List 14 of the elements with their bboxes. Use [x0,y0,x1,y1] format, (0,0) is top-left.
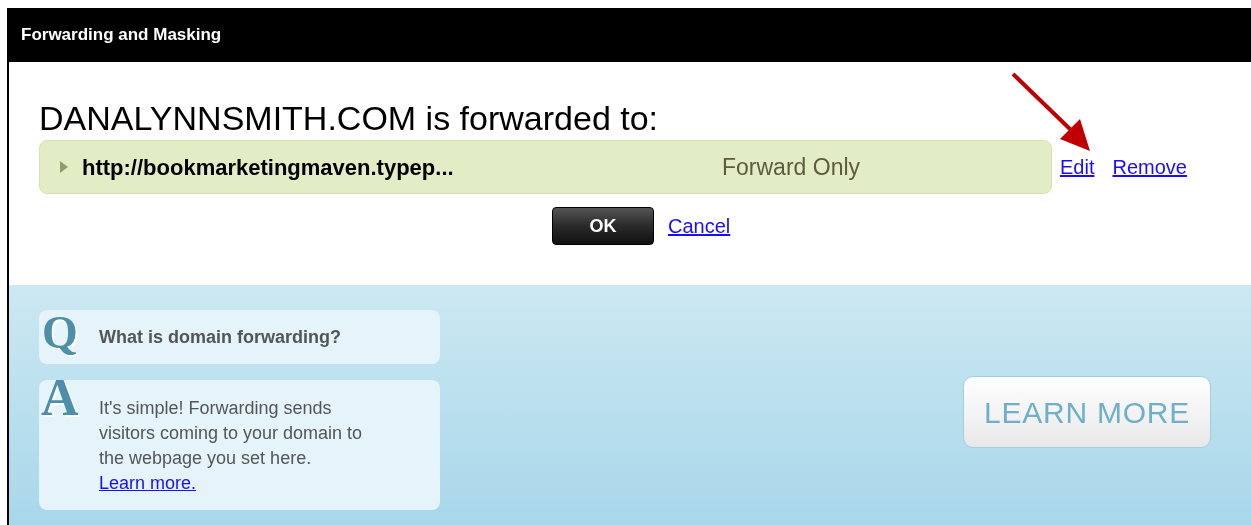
cancel-link[interactable]: Cancel [668,211,731,241]
expand-toggle[interactable] [60,160,70,174]
question-text: What is domain forwarding? [99,325,341,349]
window-title: Forwarding and Masking [21,24,222,47]
learn-more-link[interactable]: Learn more. [99,473,197,493]
answer-text: It's simple! Forwarding sends visitors coming to your domain to the webpage you set here. [99,397,364,470]
row-link[interactable]: Edit [1060,152,1095,182]
row-link[interactable]: Remove [1112,152,1187,182]
q-letter: Q [42,310,78,356]
ok-button[interactable]: OK [552,207,654,245]
a-letter: A [41,372,79,424]
forward-type: Forward Only [722,152,861,182]
heading: DANALYNNSMITH.COM is forwarded to: [39,99,660,137]
forward-url: http://bookmarketingmaven.typep... [82,153,455,182]
